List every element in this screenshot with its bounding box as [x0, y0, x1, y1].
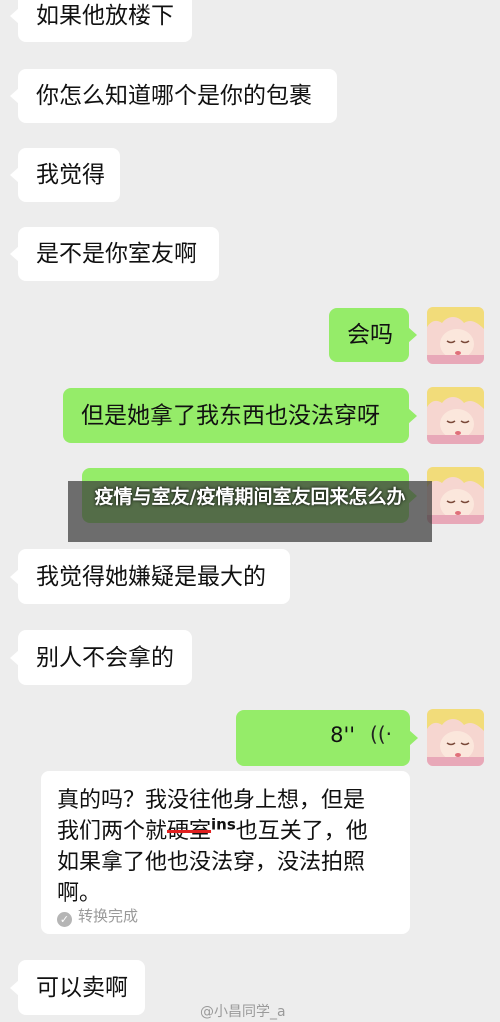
- transcript-status: ✓ 转换完成: [57, 905, 138, 927]
- message-text: 如果他放楼下: [36, 3, 174, 29]
- article-title-banner: 疫情与室友/疫情期间室友回来怎么办: [68, 481, 432, 542]
- inserted-annotation: ins: [211, 815, 236, 834]
- message-text: 可以卖啊: [36, 974, 128, 1001]
- message-bubble-incoming[interactable]: 你怎么知道哪个是你的包裹: [10, 69, 337, 123]
- message-text: 会吗: [347, 322, 393, 348]
- avatar[interactable]: [427, 467, 484, 524]
- banner-title: 疫情与室友/疫情期间室友回来怎么办: [94, 486, 406, 508]
- voice-duration: 8'': [330, 723, 355, 747]
- message-bubble-incoming[interactable]: 我觉得: [10, 148, 120, 202]
- voice-transcript[interactable]: 真的吗？我没往他身上想，但是 我们两个就硬室ins也互关了，他 如果拿了他也没法…: [41, 771, 410, 934]
- avatar[interactable]: [427, 307, 484, 364]
- voice-wave-icon: ((·: [370, 722, 392, 746]
- message-text: 别人不会拿的: [36, 644, 174, 671]
- message-bubble-incoming[interactable]: 如果他放楼下: [10, 0, 192, 42]
- message-bubble-incoming[interactable]: 我觉得她嫌疑是最大的: [10, 549, 290, 604]
- transcript-text: 真的吗？我没往他身上想，但是 我们两个就硬室ins也互关了，他 如果拿了他也没法…: [57, 788, 368, 906]
- message-bubble-outgoing[interactable]: 但是她拿了我东西也没法穿呀: [63, 388, 417, 443]
- watermark: @小昌同学_a: [200, 1004, 286, 1020]
- avatar[interactable]: [427, 387, 484, 444]
- check-icon: ✓: [57, 912, 72, 927]
- voice-message[interactable]: 8'' ((·: [236, 710, 418, 766]
- message-bubble-incoming[interactable]: 是不是你室友啊: [10, 227, 219, 281]
- message-text: 是不是你室友啊: [36, 241, 197, 267]
- message-bubble-incoming[interactable]: 别人不会拿的: [10, 630, 192, 685]
- message-text: 你怎么知道哪个是你的包裹: [36, 83, 312, 109]
- struck-text: 硬室: [167, 819, 212, 844]
- message-text: 我觉得: [36, 162, 105, 188]
- message-text: 我觉得她嫌疑是最大的: [36, 563, 266, 590]
- message-bubble-outgoing[interactable]: 会吗: [329, 308, 417, 362]
- avatar[interactable]: [427, 709, 484, 766]
- message-text: 但是她拿了我东西也没法穿呀: [81, 402, 380, 429]
- message-bubble-incoming[interactable]: 可以卖啊: [10, 960, 145, 1015]
